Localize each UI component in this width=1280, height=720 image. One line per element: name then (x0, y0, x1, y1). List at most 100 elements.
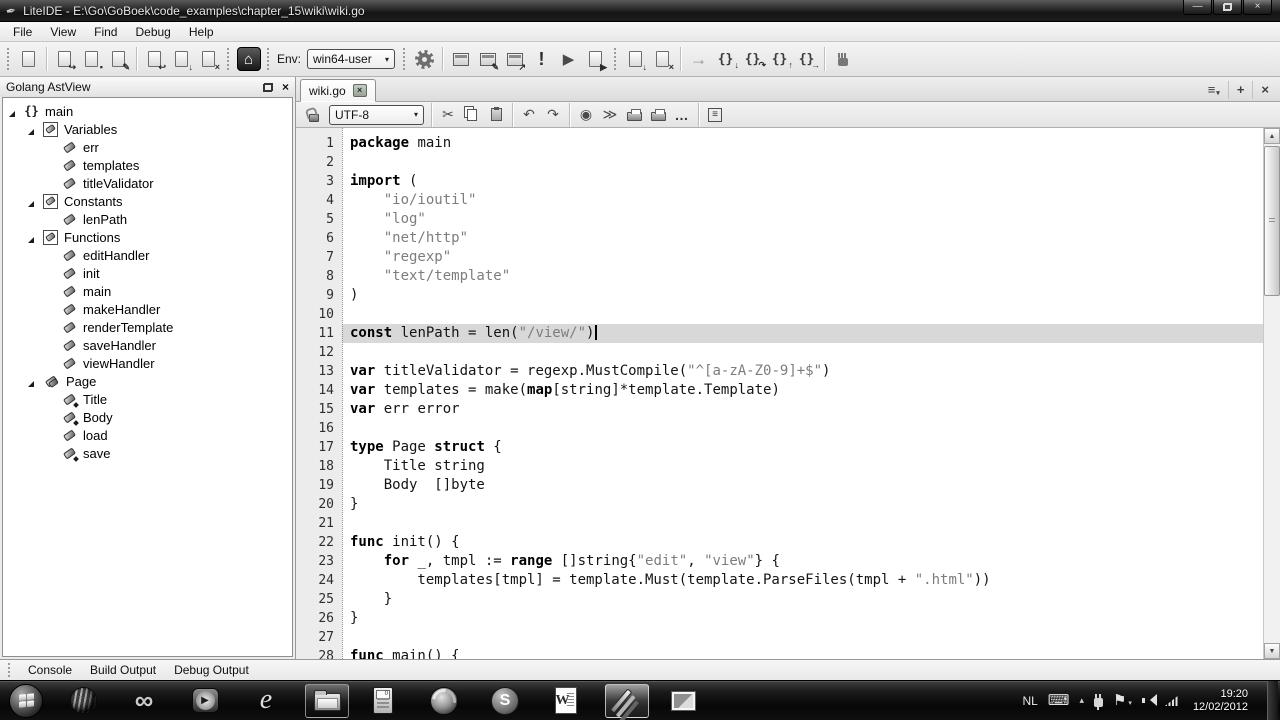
tree-item-save[interactable]: save (3, 444, 292, 462)
step-into-icon[interactable]: {}↓ (712, 46, 739, 73)
tree-item-err[interactable]: err (3, 138, 292, 156)
run-icon[interactable]: ▶ (555, 46, 582, 73)
minimize-button[interactable]: — (1183, 0, 1212, 15)
run-file-icon[interactable]: ▶ (582, 46, 609, 73)
stop-debug-icon[interactable] (829, 46, 856, 73)
step-out-icon[interactable]: {}↑ (766, 46, 793, 73)
skype-icon[interactable]: S (483, 684, 527, 718)
scroll-down-button[interactable]: ▼ (1264, 643, 1280, 659)
redo-icon[interactable]: ↷ (541, 103, 565, 127)
output-tab-debug-output[interactable]: Debug Output (165, 663, 258, 677)
tree-item-savehandler[interactable]: saveHandler (3, 336, 292, 354)
expander-icon[interactable] (28, 195, 40, 207)
save-file-icon[interactable]: ▪ (78, 46, 105, 73)
word-icon[interactable]: W (544, 684, 588, 718)
unlock-icon[interactable] (302, 103, 326, 127)
tree-item-makehandler[interactable]: makeHandler (3, 300, 292, 318)
close-panel-icon[interactable]: × (282, 81, 289, 93)
tab-wiki-go[interactable]: wiki.go × (300, 79, 376, 102)
calculator-icon[interactable] (361, 684, 405, 718)
expander-icon[interactable] (28, 231, 40, 243)
show-desktop-button[interactable] (1267, 681, 1278, 720)
power-plug-icon[interactable] (1094, 698, 1103, 707)
tree-item-init[interactable]: init (3, 264, 292, 282)
step-over-icon[interactable]: {}↷ (739, 46, 766, 73)
firefox-icon[interactable] (422, 684, 466, 718)
save-as-icon[interactable]: ✎ (105, 46, 132, 73)
tree-item-page[interactable]: Page (3, 372, 292, 390)
tree-item-edithandler[interactable]: editHandler (3, 246, 292, 264)
vertical-scrollbar[interactable]: ▲ ▼ (1263, 128, 1280, 659)
file-outline-icon[interactable]: ≡ (703, 103, 727, 127)
expander-icon[interactable] (28, 123, 40, 135)
expander-icon[interactable] (28, 375, 40, 387)
toolbar-grip[interactable] (403, 48, 406, 70)
editor-list-icon[interactable]: ≡▾ (1200, 81, 1228, 99)
hidden-icons-arrow[interactable]: ▴ (1079, 696, 1084, 705)
toolbar-grip[interactable] (7, 48, 10, 70)
menu-debug[interactable]: Debug (126, 23, 179, 41)
scroll-up-button[interactable]: ▲ (1264, 128, 1280, 144)
tree-item-variables[interactable]: Variables (3, 120, 292, 138)
scroll-thumb[interactable] (1264, 146, 1280, 296)
language-indicator[interactable]: NL (1022, 694, 1037, 708)
image-viewer-icon[interactable] (661, 684, 705, 718)
cut-icon[interactable]: ✂ (436, 103, 460, 127)
format-code-icon[interactable]: ≫ (598, 103, 622, 127)
close-file-icon[interactable]: × (195, 46, 222, 73)
continue-debug-icon[interactable]: → (685, 46, 712, 73)
build-and-debug-icon[interactable]: ↗ (501, 46, 528, 73)
media-player-icon[interactable]: ▶ (183, 684, 227, 718)
network-signal-icon[interactable] (1165, 695, 1179, 706)
save-all-icon[interactable]: ↓ (168, 46, 195, 73)
tree-item-constants[interactable]: Constants (3, 192, 292, 210)
liteide-icon[interactable] (605, 684, 649, 718)
keyboard-layout-icon[interactable]: ⌨ (1048, 693, 1070, 708)
build-and-run-icon[interactable]: ✎ (474, 46, 501, 73)
float-panel-icon[interactable] (263, 83, 273, 92)
build-icon[interactable] (447, 46, 474, 73)
astview-tree[interactable]: {}mainVariableserrtemplatestitleValidato… (2, 97, 293, 657)
options-gear-icon[interactable] (411, 46, 438, 73)
internet-explorer-icon[interactable]: e (244, 684, 288, 718)
output-grip[interactable] (8, 663, 11, 677)
copy-icon[interactable] (460, 103, 484, 127)
windows-explorer-icon[interactable] (305, 684, 349, 718)
tree-item-viewhandler[interactable]: viewHandler (3, 354, 292, 372)
action-center-flag-icon[interactable]: ⚑▾ (1113, 693, 1132, 708)
tree-item-rendertemplate[interactable]: renderTemplate (3, 318, 292, 336)
home-button[interactable]: ⌂ (235, 46, 262, 73)
tree-item-lenpath[interactable]: lenPath (3, 210, 292, 228)
run-to-line-icon[interactable]: {}→ (793, 46, 820, 73)
export-output-icon[interactable]: ↓ (622, 46, 649, 73)
revert-file-icon[interactable]: ↩ (141, 46, 168, 73)
env-selector[interactable]: win64-user▾ (307, 49, 395, 69)
open-file-icon[interactable]: ↪ (51, 46, 78, 73)
tree-item-body[interactable]: Body (3, 408, 292, 426)
print-direct-icon[interactable] (646, 103, 670, 127)
paste-icon[interactable] (484, 103, 508, 127)
tree-item-title[interactable]: Title (3, 390, 292, 408)
tree-item-titlevalidator[interactable]: titleValidator (3, 174, 292, 192)
output-tab-console[interactable]: Console (19, 663, 81, 677)
menu-view[interactable]: View (41, 23, 85, 41)
taskbar-clock[interactable]: 19:20 12/02/2012 (1193, 688, 1248, 714)
start-button[interactable] (5, 684, 47, 718)
print-icon[interactable] (622, 103, 646, 127)
toolbar-grip[interactable] (267, 48, 270, 70)
volume-icon[interactable] (1142, 694, 1155, 707)
menu-find[interactable]: Find (85, 23, 126, 41)
tree-item-load[interactable]: load (3, 426, 292, 444)
tree-item-functions[interactable]: Functions (3, 228, 292, 246)
restore-button[interactable] (1213, 0, 1242, 15)
tree-item-main[interactable]: main (3, 282, 292, 300)
tree-item-templates[interactable]: templates (3, 156, 292, 174)
menu-file[interactable]: File (4, 23, 41, 41)
toolbar-grip[interactable] (614, 48, 617, 70)
add-editor-icon[interactable]: + (1228, 81, 1253, 99)
new-file-icon[interactable] (15, 46, 42, 73)
output-tab-build-output[interactable]: Build Output (81, 663, 165, 677)
expression-icon[interactable]: ∞ (122, 684, 166, 718)
code-editor[interactable]: 1package main23import (4 "io/ioutil"5 "l… (296, 128, 1263, 659)
clear-output-icon[interactable]: × (649, 46, 676, 73)
